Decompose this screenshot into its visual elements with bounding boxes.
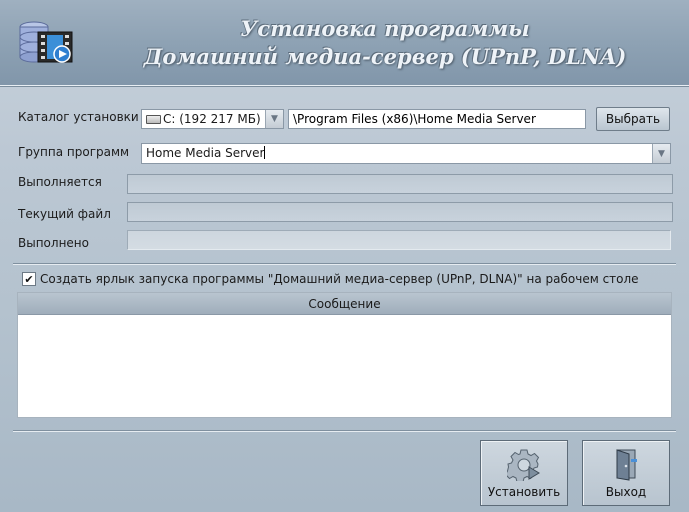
drive-select-value: C: (192 217 МБ) xyxy=(163,112,261,126)
divider xyxy=(13,263,676,265)
running-status-field xyxy=(127,174,673,194)
hard-drive-icon xyxy=(146,115,161,124)
install-button-label: Установить xyxy=(487,485,561,499)
door-exit-icon xyxy=(616,449,637,481)
install-dir-label: Каталог установки xyxy=(18,110,139,124)
divider xyxy=(13,430,676,432)
message-column-header: Сообщение xyxy=(18,293,671,315)
text-caret xyxy=(264,146,266,159)
install-button[interactable]: Установить xyxy=(480,440,568,506)
current-file-field xyxy=(127,202,673,222)
browse-button[interactable]: Выбрать xyxy=(596,107,670,131)
running-label: Выполняется xyxy=(18,175,102,189)
chevron-down-icon[interactable]: ▼ xyxy=(265,110,283,128)
media-server-logo-icon xyxy=(19,21,73,63)
gear-play-icon xyxy=(507,449,540,481)
message-log-panel: Сообщение xyxy=(17,292,672,418)
current-file-label: Текущий файл xyxy=(18,207,111,221)
drive-select[interactable]: C: (192 217 МБ) ▼ xyxy=(141,109,284,129)
title-line-2: Домашний медиа-сервер (UPnP, DLNA) xyxy=(143,44,627,69)
shortcut-checkbox[interactable]: ✔ xyxy=(22,272,36,286)
program-group-select[interactable]: Home Media Server ▼ xyxy=(141,143,671,164)
chevron-down-icon[interactable]: ▼ xyxy=(652,144,670,163)
shortcut-checkbox-label[interactable]: Создать ярлык запуска программы "Домашни… xyxy=(40,272,639,286)
header-banner: Установка программы Домашний медиа-серве… xyxy=(0,0,689,86)
title-line-1: Установка программы xyxy=(240,16,530,41)
completed-label: Выполнено xyxy=(18,236,89,250)
exit-button[interactable]: Выход xyxy=(582,440,670,506)
install-progress-bar xyxy=(127,230,671,250)
install-path-input[interactable] xyxy=(288,109,586,129)
program-group-value[interactable]: Home Media Server xyxy=(146,146,266,160)
exit-button-label: Выход xyxy=(605,485,647,499)
program-group-label: Группа программ xyxy=(18,145,130,159)
